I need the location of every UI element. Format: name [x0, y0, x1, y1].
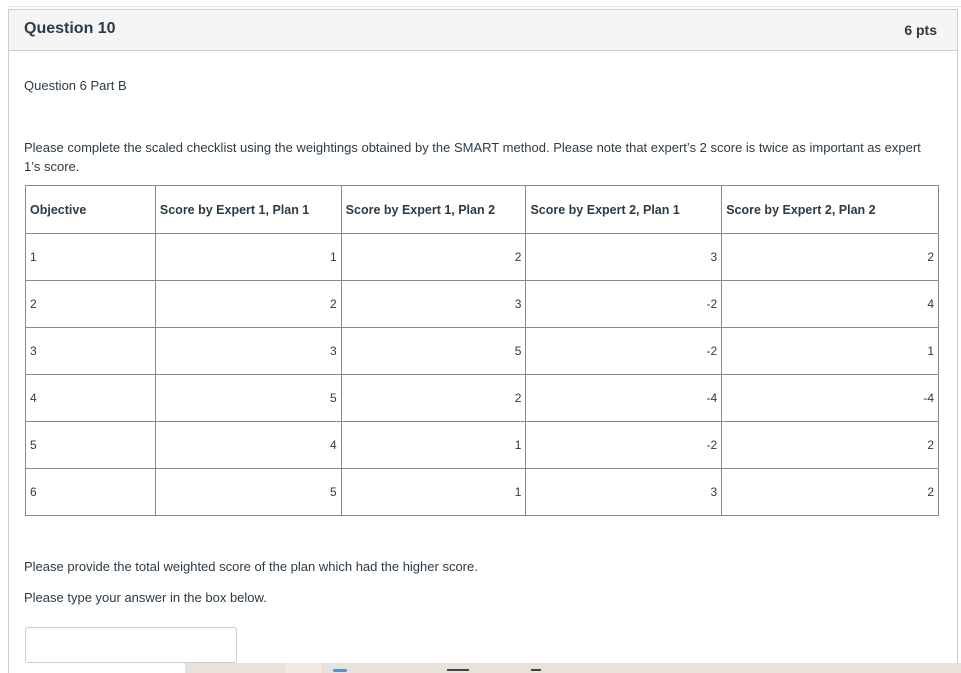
scaled-checklist-table: Objective Score by Expert 1, Plan 1 Scor… — [25, 185, 939, 516]
objective-cell: 4 — [25, 374, 156, 422]
header-expert1-plan1: Score by Expert 1, Plan 1 — [154, 185, 342, 234]
final-score-prompt: Please provide the total weighted score … — [24, 559, 478, 574]
question-header: Question 10 6 pts — [9, 10, 957, 51]
score-cell: 1 — [340, 468, 527, 516]
question-title: Question 10 — [24, 20, 116, 37]
table-row: 2 2 3 -2 4 — [25, 280, 939, 328]
score-cell: 3 — [340, 280, 527, 328]
table-row: 6 5 1 3 2 — [25, 468, 939, 516]
answer-instruction: Please type your answer in the box below… — [24, 590, 267, 605]
score-cell: 4 — [154, 421, 342, 469]
objective-cell: 1 — [25, 233, 156, 281]
score-cell: -2 — [525, 280, 723, 328]
table-row: 4 5 2 -4 -4 — [25, 374, 939, 422]
score-cell: 2 — [721, 421, 939, 469]
answer-input[interactable] — [25, 627, 237, 663]
score-cell: 1 — [154, 233, 342, 281]
score-cell: 2 — [340, 233, 527, 281]
score-cell: -4 — [721, 374, 939, 422]
score-cell: 3 — [525, 233, 723, 281]
score-cell: 5 — [340, 327, 527, 375]
score-cell: 5 — [154, 468, 342, 516]
header-objective: Objective — [25, 185, 156, 234]
table-header-row: Objective Score by Expert 1, Plan 1 Scor… — [25, 185, 939, 234]
question-points: 6 pts — [904, 22, 937, 38]
score-cell: 2 — [721, 468, 939, 516]
score-cell: 3 — [154, 327, 342, 375]
score-cell: -4 — [525, 374, 723, 422]
bottom-toolbar-strip — [185, 663, 961, 673]
header-expert2-plan2: Score by Expert 2, Plan 2 — [721, 185, 939, 234]
table-row: 1 1 2 3 2 — [25, 233, 939, 281]
score-cell: 5 — [154, 374, 342, 422]
table-row: 5 4 1 -2 2 — [25, 421, 939, 469]
objective-cell: 6 — [25, 468, 156, 516]
score-cell: 1 — [340, 421, 527, 469]
question-card: Question 10 6 pts Question 6 Part B Plea… — [8, 9, 958, 673]
score-cell: 2 — [721, 233, 939, 281]
strip-marker — [531, 669, 541, 671]
score-cell: 2 — [340, 374, 527, 422]
objective-cell: 5 — [25, 421, 156, 469]
score-cell: -2 — [525, 421, 723, 469]
table-row: 3 3 5 -2 1 — [25, 327, 939, 375]
header-expert2-plan1: Score by Expert 2, Plan 1 — [525, 185, 723, 234]
score-cell: 2 — [154, 280, 342, 328]
strip-marker — [333, 669, 347, 672]
objective-cell: 2 — [25, 280, 156, 328]
top-divider — [8, 6, 961, 7]
strip-marker — [447, 669, 469, 671]
strip-segment — [285, 663, 321, 673]
question-part-label: Question 6 Part B — [24, 78, 127, 93]
score-cell: 3 — [525, 468, 723, 516]
header-expert1-plan2: Score by Expert 1, Plan 2 — [340, 185, 527, 234]
score-cell: 4 — [721, 280, 939, 328]
score-cell: 1 — [721, 327, 939, 375]
objective-cell: 3 — [25, 327, 156, 375]
question-instructions: Please complete the scaled checklist usi… — [24, 140, 921, 174]
score-cell: -2 — [525, 327, 723, 375]
